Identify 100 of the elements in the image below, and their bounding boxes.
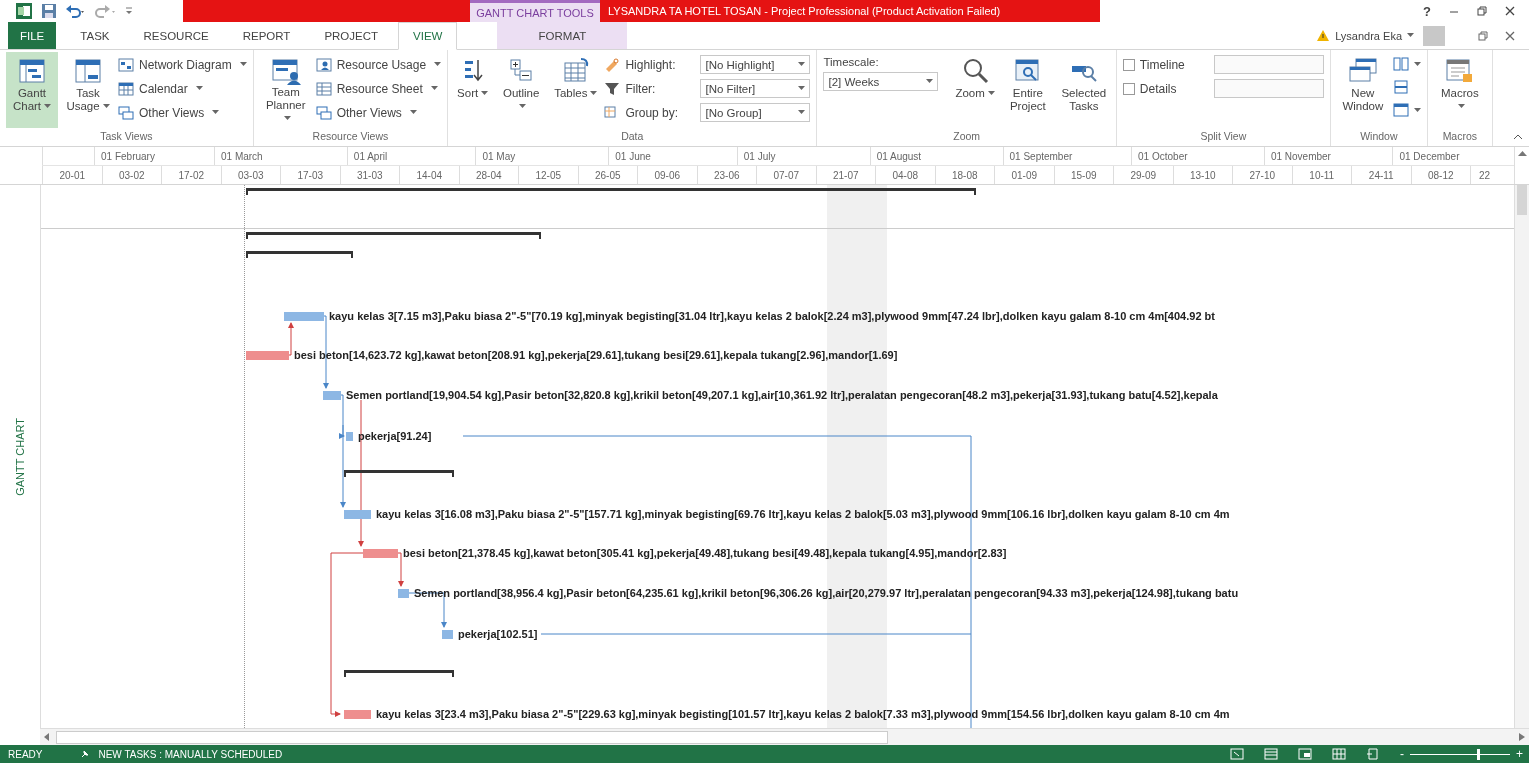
ribbon-button[interactable]: Calendar [118,78,247,99]
caret-icon [1413,61,1421,67]
close-button[interactable] [1505,30,1515,41]
restore-button[interactable] [1478,30,1488,41]
restore-icon [1477,6,1487,16]
ribbon-button[interactable]: Tables [551,52,601,128]
undo-button[interactable] [65,3,87,19]
close-icon [1505,6,1515,16]
caret-icon [1457,104,1465,110]
task-usage-icon [74,57,102,85]
task-bar[interactable] [344,709,371,719]
ribbon-button[interactable]: Macros [1433,52,1486,128]
task-bar[interactable] [398,588,409,598]
month-label: 01 March [221,150,263,162]
dropdown-field[interactable]: [No Group] [700,103,811,122]
ribbon-tab[interactable]: PROJECT [310,22,393,49]
month-label: 01 May [482,150,516,162]
week-label: 13-10 [1189,169,1216,181]
warning-icon [1316,29,1331,42]
week-label: 20-01 [59,169,86,181]
zoom-in-button[interactable]: + [1516,747,1523,761]
ribbon-tab[interactable]: REPORT [228,22,305,49]
ribbon-button[interactable]: Resource Sheet [315,78,442,99]
task-bar[interactable] [442,629,453,639]
task-bar[interactable] [284,311,324,321]
ribbon-button[interactable]: New Window [1336,52,1389,128]
ribbon-button[interactable]: Other Views [118,102,247,123]
close-button[interactable] [1505,6,1515,16]
ribbon-button[interactable]: Selected Tasks [1057,52,1110,128]
scroll-right-icon [1519,733,1525,741]
user-account-button[interactable]: Lysandra Eka [1335,29,1402,42]
ribbon-button[interactable]: Network Diagram [118,54,247,75]
task-bar[interactable] [323,390,341,400]
horizontal-scrollbar[interactable] [40,728,1529,745]
checkbox[interactable] [1122,82,1135,95]
status-text: READY [8,748,43,760]
summary-bar[interactable] [246,188,976,195]
ribbon-tab[interactable]: TASK [66,22,124,49]
view-label: GANTT CHART [14,417,26,496]
macros-icon [1444,57,1475,85]
window-title: LYSANDRA TA HOTEL TOSAN - Project Professional (Product Activation Failed) [600,0,1100,22]
customize-toolbar-button[interactable] [125,6,133,16]
month-label: 01 October [1138,150,1188,162]
checkbox[interactable] [1122,58,1135,71]
summary-bar[interactable] [246,232,541,239]
week-label: 01-09 [1011,169,1038,181]
dropdown-field[interactable]: [No Filter] [700,79,811,98]
task-bar-label: pekerja[102.51] [458,627,538,642]
ribbon-button[interactable]: Filter: [604,78,695,99]
week-label: 14-04 [416,169,443,181]
ribbon-button[interactable]: Task Usage [62,52,114,128]
dropdown-field[interactable] [1213,55,1324,74]
task-bar[interactable] [346,431,353,441]
task-bar[interactable] [246,350,289,360]
ribbon-button[interactable]: Outline [495,52,548,128]
ribbon-button[interactable]: Entire Project [1001,52,1054,128]
ribbon-button[interactable]: Highlight: [604,54,695,75]
combo-label: Timescale: [823,56,880,68]
ribbon-button[interactable] [1392,54,1421,74]
ribbon-tab[interactable]: RESOURCE [129,22,223,49]
summary-bar[interactable] [344,470,454,477]
restore-button[interactable] [1477,6,1487,16]
week-label: 15-09 [1070,169,1097,181]
vertical-scrollbar[interactable] [1514,185,1529,728]
ribbon-button[interactable]: Team Planner [259,52,312,128]
timescale-dropdown[interactable]: [2] Weeks [823,72,939,91]
summary-bar[interactable] [246,251,353,258]
ribbon-button[interactable]: Gantt Chart [6,52,58,128]
ribbon-button[interactable] [1392,100,1421,120]
help-button[interactable]: ? [1423,3,1431,19]
zoom-icon [961,57,990,85]
task-bar-label: Semen portland[19,904.54 kg],Pasir beton[32,820.8 kg],krikil beton[49,207.1 kg],air[10,361.92 ltr],peralatan pengecoran[48.2 m3],pekerja[31.93],tukang batu[4.52],kepala [346,388,1218,403]
task-bar[interactable] [363,548,398,558]
ribbon-tab[interactable]: FORMAT [497,22,628,49]
caret-icon [283,116,291,122]
week-label: 10-11 [1309,169,1335,181]
ribbon-button[interactable]: Zoom [952,52,998,128]
zoom-out-button[interactable]: - [1400,747,1404,761]
redo-button[interactable] [95,3,117,19]
caret-icon [590,91,598,97]
tables-icon [561,57,590,85]
dropdown-field[interactable]: [No Highlight] [700,55,811,74]
caret-icon [987,91,995,97]
save-button[interactable] [41,3,57,19]
month-label: 01 November [1270,150,1331,162]
ribbon-button[interactable]: Sort [454,52,492,128]
ribbon-tab[interactable]: FILE [8,22,57,49]
group-label: Zoom [952,130,982,144]
task-bar[interactable] [344,509,371,519]
ribbon-button[interactable]: Resource Usage [315,54,442,75]
caret-icon [195,86,203,91]
ribbon-button[interactable]: Group by: [604,102,695,123]
ribbon-tab[interactable]: VIEW [398,22,458,50]
caret-icon [409,110,417,115]
dropdown-field[interactable] [1213,79,1324,98]
ribbon-button[interactable]: Other Views [315,102,442,123]
week-label: 27-10 [1249,169,1276,181]
week-label: 17-03 [297,169,324,181]
highlight-icon [604,56,621,73]
summary-bar[interactable] [344,670,454,677]
